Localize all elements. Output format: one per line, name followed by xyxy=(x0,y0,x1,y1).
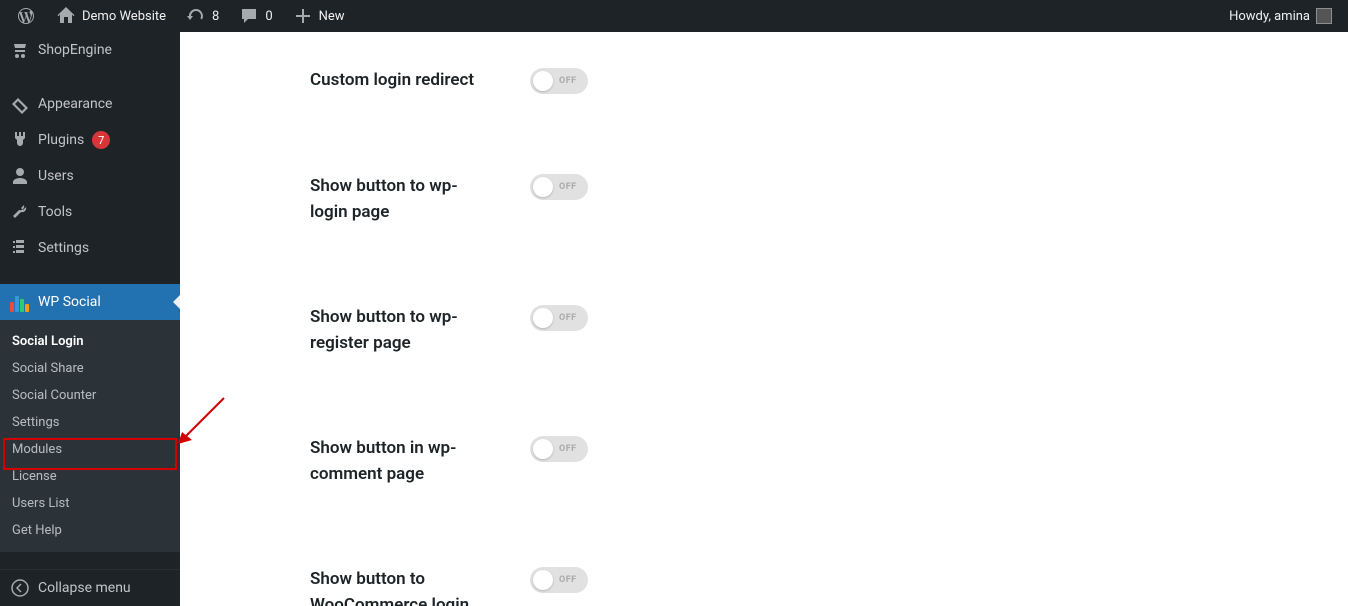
appearance-icon xyxy=(10,94,30,114)
wpsocial-submenu: Social Login Social Share Social Counter… xyxy=(0,320,180,552)
sidebar-item-users[interactable]: Users xyxy=(0,158,180,194)
admin-sidebar: ShopEngine Appearance Plugins 7 Users To… xyxy=(0,32,180,606)
submenu-item-social-login[interactable]: Social Login xyxy=(0,328,180,355)
toggle-knob xyxy=(533,177,553,197)
toggle-show-wp-login[interactable]: OFF xyxy=(530,174,588,200)
toggle-knob xyxy=(533,308,553,328)
refresh-icon xyxy=(186,6,206,26)
submenu-item-modules[interactable]: Modules xyxy=(0,436,180,463)
sidebar-item-tools[interactable]: Tools xyxy=(0,194,180,230)
tools-icon xyxy=(10,202,30,222)
sidebar-item-label: Plugins xyxy=(38,132,84,148)
wordpress-icon xyxy=(16,6,36,26)
toggle-state: OFF xyxy=(559,76,577,86)
setting-custom-login-redirect: Custom login redirect OFF xyxy=(310,68,1318,94)
sidebar-item-label: WP Social xyxy=(38,294,101,310)
submenu-item-social-share[interactable]: Social Share xyxy=(0,355,180,382)
comment-icon xyxy=(239,6,259,26)
wpsocial-icon xyxy=(10,292,30,312)
admin-toolbar: Demo Website 8 0 New Howdy, amina xyxy=(0,0,1348,32)
submenu-item-users-list[interactable]: Users List xyxy=(0,490,180,517)
main-content: Custom login redirect OFF Show button to… xyxy=(180,32,1348,606)
shopengine-icon xyxy=(10,40,30,60)
site-link[interactable]: Demo Website xyxy=(48,0,174,32)
sidebar-item-shopengine[interactable]: ShopEngine xyxy=(0,32,180,68)
admin-toolbar-left: Demo Website 8 0 New xyxy=(8,0,353,32)
plus-icon xyxy=(293,6,313,26)
setting-label: Show button in wp-comment page xyxy=(310,436,490,487)
sidebar-item-label: Users xyxy=(38,168,74,184)
toggle-state: OFF xyxy=(559,575,577,585)
setting-label: Show button to wp-register page xyxy=(310,305,490,356)
submenu-item-license[interactable]: License xyxy=(0,463,180,490)
setting-show-woo-login: Show button to WooCommerce login page OF… xyxy=(310,567,1318,606)
sidebar-item-wpsocial[interactable]: WP Social xyxy=(0,284,180,320)
users-icon xyxy=(10,166,30,186)
setting-label: Show button to WooCommerce login page xyxy=(310,567,490,606)
updates-link[interactable]: 8 xyxy=(178,0,227,32)
setting-label: Custom login redirect xyxy=(310,68,490,94)
site-name: Demo Website xyxy=(82,9,166,24)
new-content-link[interactable]: New xyxy=(285,0,353,32)
settings-icon xyxy=(10,238,30,258)
submenu-item-settings[interactable]: Settings xyxy=(0,409,180,436)
home-icon xyxy=(56,6,76,26)
toggle-state: OFF xyxy=(559,182,577,192)
sidebar-item-label: ShopEngine xyxy=(38,42,112,58)
sidebar-item-settings[interactable]: Settings xyxy=(0,230,180,266)
comments-link[interactable]: 0 xyxy=(231,0,280,32)
setting-show-wp-register: Show button to wp-register page OFF xyxy=(310,305,1318,356)
avatar xyxy=(1316,8,1332,24)
submenu-item-social-counter[interactable]: Social Counter xyxy=(0,382,180,409)
plugins-icon xyxy=(10,130,30,150)
howdy-text: Howdy, amina xyxy=(1229,9,1310,24)
toggle-state: OFF xyxy=(559,313,577,323)
sidebar-item-appearance[interactable]: Appearance xyxy=(0,86,180,122)
updates-count: 8 xyxy=(212,9,219,24)
collapse-icon xyxy=(10,578,30,598)
collapse-label: Collapse menu xyxy=(38,580,131,596)
collapse-menu[interactable]: Collapse menu xyxy=(0,569,180,606)
toggle-knob xyxy=(533,439,553,459)
toggle-show-woo-login[interactable]: OFF xyxy=(530,567,588,593)
sidebar-item-plugins[interactable]: Plugins 7 xyxy=(0,122,180,158)
wordpress-logo[interactable] xyxy=(8,0,44,32)
toggle-custom-login-redirect[interactable]: OFF xyxy=(530,68,588,94)
toggle-knob xyxy=(533,71,553,91)
toggle-knob xyxy=(533,570,553,590)
setting-label: Show button to wp-login page xyxy=(310,174,490,225)
setting-show-wp-login: Show button to wp-login page OFF xyxy=(310,174,1318,225)
toggle-show-wp-register[interactable]: OFF xyxy=(530,305,588,331)
sidebar-item-label: Tools xyxy=(38,204,72,220)
account-link[interactable]: Howdy, amina xyxy=(1221,0,1340,32)
sidebar-item-label: Appearance xyxy=(38,96,112,112)
sidebar-item-label: Settings xyxy=(38,240,89,256)
admin-toolbar-right: Howdy, amina xyxy=(1221,0,1340,32)
comments-count: 0 xyxy=(265,9,272,24)
plugins-badge: 7 xyxy=(92,131,110,149)
setting-show-wp-comment: Show button in wp-comment page OFF xyxy=(310,436,1318,487)
new-label: New xyxy=(319,9,345,24)
toggle-show-wp-comment[interactable]: OFF xyxy=(530,436,588,462)
submenu-item-get-help[interactable]: Get Help xyxy=(0,517,180,544)
toggle-state: OFF xyxy=(559,444,577,454)
